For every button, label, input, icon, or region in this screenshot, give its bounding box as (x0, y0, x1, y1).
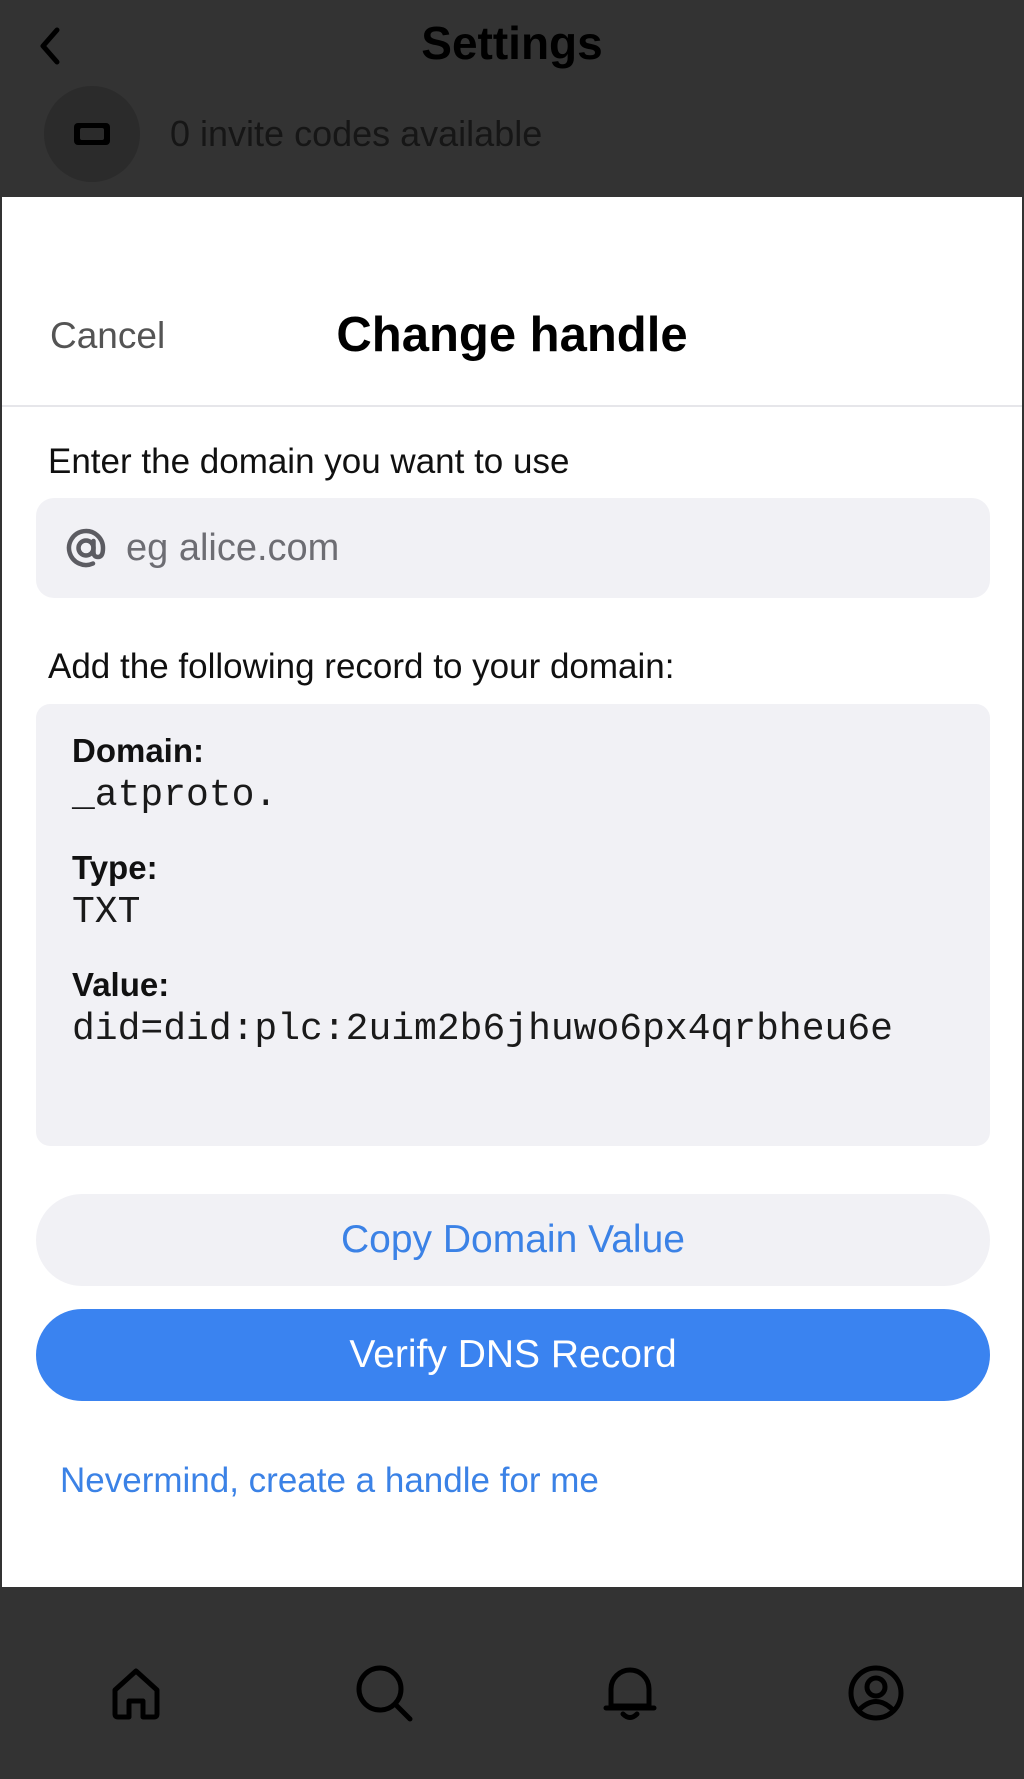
copy-domain-value-button[interactable]: Copy Domain Value (36, 1194, 990, 1286)
dns-record-box: Domain: _atproto. Type: TXT Value: did=d… (36, 704, 990, 1146)
change-handle-modal: Cancel Change handle Enter the domain yo… (2, 197, 1022, 1587)
record-value-label: Value: (72, 966, 170, 1003)
invite-codes-text: 0 invite codes available (170, 113, 543, 154)
tab-notifications[interactable] (585, 1648, 675, 1738)
page-title: Settings (421, 17, 603, 69)
record-prompt: Add the following record to your domain: (48, 647, 675, 686)
tab-home[interactable] (91, 1648, 181, 1738)
tab-profile[interactable] (831, 1648, 921, 1738)
domain-input[interactable] (124, 525, 948, 571)
modal-header: Cancel Change handle (2, 197, 1022, 407)
settings-header: Settings 0 invite codes available (0, 0, 1024, 197)
record-domain-value: _atproto. (72, 774, 278, 817)
ticket-icon (74, 123, 110, 145)
search-icon (356, 1665, 413, 1722)
record-type-label: Type: (72, 849, 158, 886)
domain-prompt: Enter the domain you want to use (48, 442, 570, 481)
record-type-value: TXT (72, 891, 141, 934)
verify-dns-record-button[interactable]: Verify DNS Record (36, 1309, 990, 1401)
bottom-tab-bar (0, 1590, 1024, 1779)
invite-codes-row[interactable]: 0 invite codes available (44, 84, 542, 184)
create-handle-for-me-link[interactable]: Nevermind, create a handle for me (60, 1461, 599, 1501)
at-icon (64, 526, 108, 570)
modal-title: Change handle (336, 308, 688, 362)
profile-icon (848, 1665, 904, 1721)
record-domain-label: Domain: (72, 732, 204, 769)
invite-icon-container (44, 86, 140, 182)
tab-search[interactable] (339, 1648, 429, 1738)
domain-field[interactable] (36, 498, 990, 598)
home-icon (112, 1668, 160, 1720)
bell-icon (603, 1667, 657, 1720)
record-value-value: did=did:plc:2uim2b6jhuwo6px4qrbheu6e (72, 1008, 893, 1051)
